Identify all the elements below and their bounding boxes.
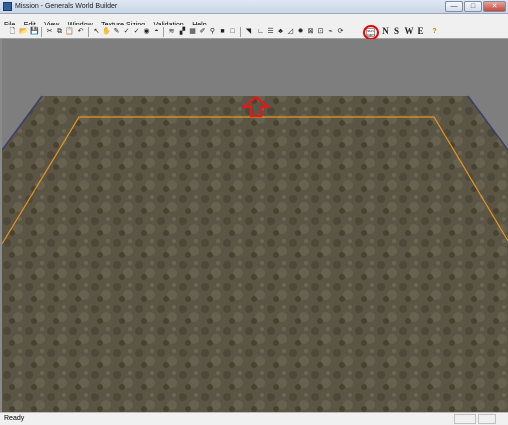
toolbar: 🗋 📂 💾 ✂ ⧉ 📋 ↶ ↖ ✋ ✎ ✓ ✓ ◉ ◓ ≋ ▞ ▦ ✐ ⚲ ■ …: [0, 25, 508, 39]
ramp-tool-icon[interactable]: ◿: [286, 27, 295, 36]
tree-tool-icon[interactable]: ♣: [276, 27, 285, 36]
save-icon[interactable]: 💾: [30, 27, 39, 36]
new-file-icon[interactable]: 🗋: [8, 27, 17, 36]
gear-tool-icon[interactable]: ✹: [296, 27, 305, 36]
view-south-button[interactable]: S: [392, 27, 401, 36]
brush-tool-icon[interactable]: ✎: [112, 27, 121, 36]
maximize-button[interactable]: □: [464, 1, 482, 12]
mesh-tool-icon[interactable]: ⊡: [316, 27, 325, 36]
undo-icon[interactable]: ↶: [76, 27, 85, 36]
paste-icon[interactable]: 📋: [65, 27, 74, 36]
tile-tool-icon[interactable]: ▞: [178, 27, 187, 36]
app-icon: [3, 2, 12, 11]
status-pane: [478, 414, 496, 424]
view-east-button[interactable]: E: [416, 27, 425, 36]
road-tool-icon[interactable]: ∟: [256, 27, 265, 36]
highlight-circle-annotation: [363, 25, 379, 40]
wall-tool-icon[interactable]: ☰: [266, 27, 275, 36]
toolbar-separator: [240, 27, 241, 37]
map-viewport[interactable]: [0, 39, 508, 412]
view-north-button[interactable]: N: [381, 27, 390, 36]
checker-tool-icon[interactable]: ▦: [188, 27, 197, 36]
copy-icon[interactable]: ⧉: [55, 27, 64, 36]
resize-grip[interactable]: [497, 414, 507, 424]
status-bar: Ready: [0, 412, 508, 425]
toolbar-separator: [41, 27, 42, 37]
eyedropper-icon[interactable]: ✐: [198, 27, 207, 36]
terrain-view[interactable]: [2, 39, 508, 412]
title-bar: Mission - Generals World Builder — □ ✕: [0, 0, 508, 14]
open-folder-icon[interactable]: 📂: [19, 27, 28, 36]
dome-tool-icon[interactable]: ◓: [152, 27, 161, 36]
toolbar-separator: [88, 27, 89, 37]
view-west-button[interactable]: W: [403, 27, 415, 36]
waypoint-tool-icon[interactable]: ⊠: [306, 27, 315, 36]
fill-tool-icon[interactable]: ⚲: [208, 27, 217, 36]
solid-square-icon[interactable]: ■: [218, 27, 227, 36]
grab-tool-icon[interactable]: ✋: [102, 27, 111, 36]
menu-bar: File Edit View Window Texture Sizing Val…: [0, 14, 508, 29]
terrain-surface[interactable]: [2, 96, 508, 412]
check-tool-icon[interactable]: ✓: [122, 27, 131, 36]
status-text: Ready: [4, 415, 25, 422]
pointer-tool-icon[interactable]: ↖: [92, 27, 101, 36]
cut-icon[interactable]: ✂: [45, 27, 54, 36]
window-title: Mission - Generals World Builder: [15, 3, 118, 10]
flag-tool-icon[interactable]: ◥: [244, 27, 253, 36]
rotate-tool-icon[interactable]: ⟳: [336, 27, 345, 36]
check-tool-2-icon[interactable]: ✓: [132, 27, 141, 36]
minimize-button[interactable]: —: [445, 1, 463, 12]
status-pane: [454, 414, 476, 424]
close-button[interactable]: ✕: [483, 1, 506, 12]
lasso-tool-icon[interactable]: ⌁: [326, 27, 335, 36]
texture-tool-icon[interactable]: ≋: [167, 27, 176, 36]
empty-square-icon[interactable]: □: [228, 27, 237, 36]
toolbar-separator: [163, 27, 164, 37]
circle-tool-icon[interactable]: ◉: [142, 27, 151, 36]
help-icon[interactable]: ?: [430, 27, 439, 36]
